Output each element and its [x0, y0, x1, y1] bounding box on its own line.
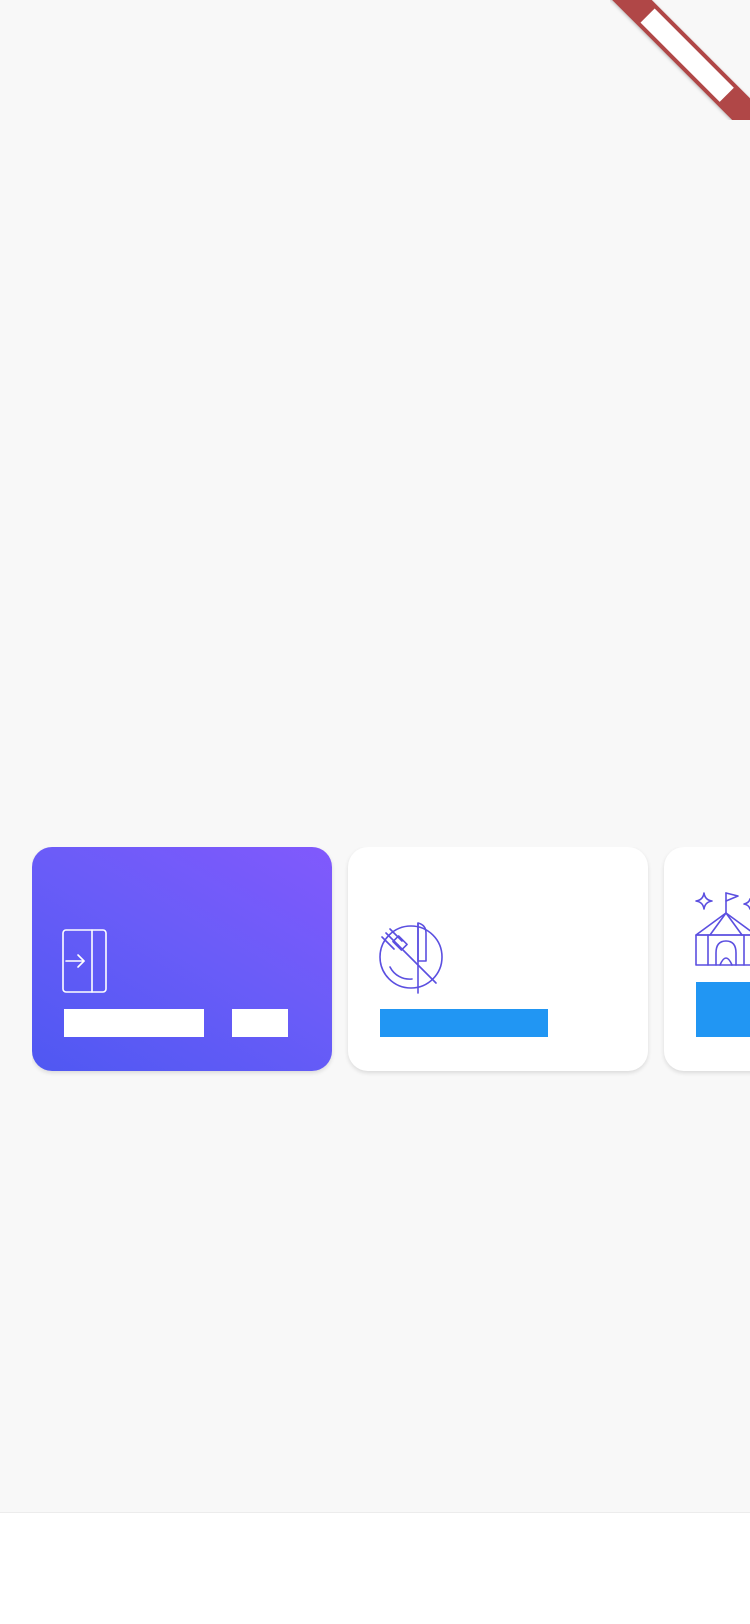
card-events-title [696, 982, 750, 1010]
circus-tent-icon [695, 892, 750, 966]
debug-ribbon [610, 0, 750, 120]
card-login-subtitle [232, 1009, 288, 1037]
category-carousel[interactable] [32, 847, 750, 1077]
card-events[interactable] [664, 847, 750, 1071]
dining-plate-icon [379, 922, 443, 994]
login-door-icon [62, 929, 107, 993]
card-login-title [64, 1009, 204, 1037]
debug-ribbon-label [640, 8, 734, 102]
card-dining-title [380, 1009, 548, 1037]
card-login[interactable] [32, 847, 332, 1071]
bottom-bar [0, 1512, 750, 1624]
card-dining[interactable] [348, 847, 648, 1071]
card-events-subtitle [696, 1010, 750, 1037]
app-screen [0, 0, 750, 1624]
debug-banner [610, 0, 750, 120]
